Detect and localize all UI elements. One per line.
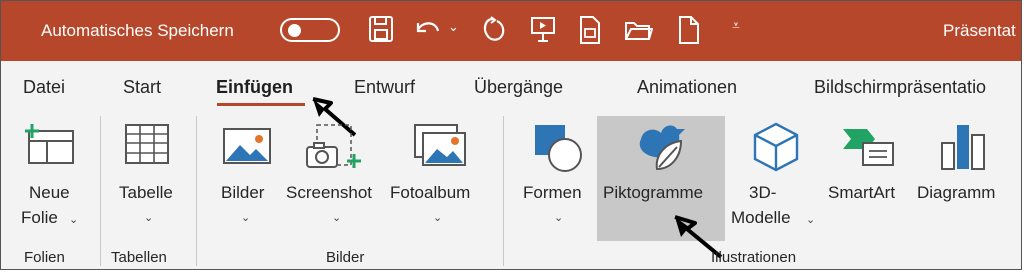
shapes-icon[interactable] <box>531 121 585 173</box>
document-title: Präsentat <box>943 21 1016 40</box>
customize-qat-icon[interactable]: ⩡ <box>732 17 740 34</box>
table-icon[interactable] <box>124 123 170 165</box>
autosave-toggle[interactable] <box>280 18 340 42</box>
open-folder-icon[interactable] <box>623 15 653 45</box>
autosave-label: Automatisches Speichern <box>41 21 234 40</box>
smartart-label[interactable]: SmartArt <box>828 183 895 203</box>
chart-label[interactable]: Diagramm <box>917 183 995 203</box>
chevron-down-icon[interactable]: ⌄ <box>144 211 153 224</box>
chevron-down-icon[interactable]: ⌄ <box>332 211 341 224</box>
icons-icon[interactable] <box>633 119 689 173</box>
group-label-tabellen: Tabellen <box>111 249 167 266</box>
photo-album-label[interactable]: Fotoalbum <box>390 183 470 203</box>
new-slide-icon[interactable] <box>23 123 77 165</box>
pictures-icon[interactable] <box>222 127 272 165</box>
active-tab-indicator <box>217 103 305 106</box>
chart-icon[interactable] <box>938 121 988 171</box>
undo-dropdown-icon[interactable]: ⌄ <box>448 19 459 35</box>
chevron-down-icon[interactable]: ⌄ <box>69 213 78 226</box>
new-slide-label-2[interactable]: Folie <box>21 208 58 228</box>
tab-animationen[interactable]: Animationen <box>637 77 737 98</box>
chevron-down-icon[interactable]: ⌄ <box>554 211 563 224</box>
chevron-down-icon[interactable]: ⌄ <box>806 213 815 226</box>
group-label-folien: Folien <box>24 249 65 266</box>
undo-icon[interactable] <box>412 15 442 43</box>
group-divider <box>100 116 101 266</box>
tab-datei[interactable]: Datei <box>23 77 65 98</box>
save-icon[interactable] <box>368 15 394 43</box>
3d-models-label: 3D- <box>749 183 777 202</box>
print-preview-icon[interactable] <box>577 15 603 45</box>
group-label-illustrationen: Illustrationen <box>711 249 796 266</box>
toggle-knob <box>288 24 301 37</box>
title-bar: Automatisches Speichern ⌄ ⩡ Präsentat <box>1 1 1021 61</box>
new-file-icon[interactable] <box>677 15 701 45</box>
present-from-beginning-icon[interactable] <box>529 15 557 45</box>
pictures-label[interactable]: Bilder <box>221 183 264 203</box>
chevron-down-icon[interactable]: ⌄ <box>241 211 250 224</box>
screenshot-label[interactable]: Screenshot <box>286 183 372 203</box>
illustrationen-text: Illustrationen <box>711 249 797 266</box>
smartart-icon[interactable] <box>841 125 895 169</box>
table-label[interactable]: Tabelle <box>119 183 173 203</box>
tab-einfuegen[interactable]: Einfügen <box>216 77 293 98</box>
tab-bildschirmpraesentation[interactable]: Bildschirmpräsentatio <box>814 77 986 98</box>
ribbon: Datei Start Einfügen Entwurf Übergänge A… <box>1 61 1021 269</box>
chevron-down-icon[interactable]: ⌄ <box>433 211 442 224</box>
new-slide-label: Neue <box>29 183 70 202</box>
icons-label[interactable]: Piktogramme <box>603 183 703 203</box>
tab-entwurf[interactable]: Entwurf <box>354 77 415 98</box>
tab-start[interactable]: Start <box>123 77 161 98</box>
group-divider <box>503 116 504 266</box>
redo-icon[interactable] <box>479 15 507 45</box>
group-divider <box>196 116 197 266</box>
screenshot-icon[interactable] <box>303 123 367 169</box>
3d-models-icon[interactable] <box>751 121 801 173</box>
shapes-label[interactable]: Formen <box>523 183 582 203</box>
tab-uebergaenge[interactable]: Übergänge <box>474 77 563 98</box>
3d-models-label-2[interactable]: Modelle <box>731 208 791 228</box>
group-label-bilder: Bilder <box>326 249 365 266</box>
photo-album-icon[interactable] <box>413 123 467 167</box>
